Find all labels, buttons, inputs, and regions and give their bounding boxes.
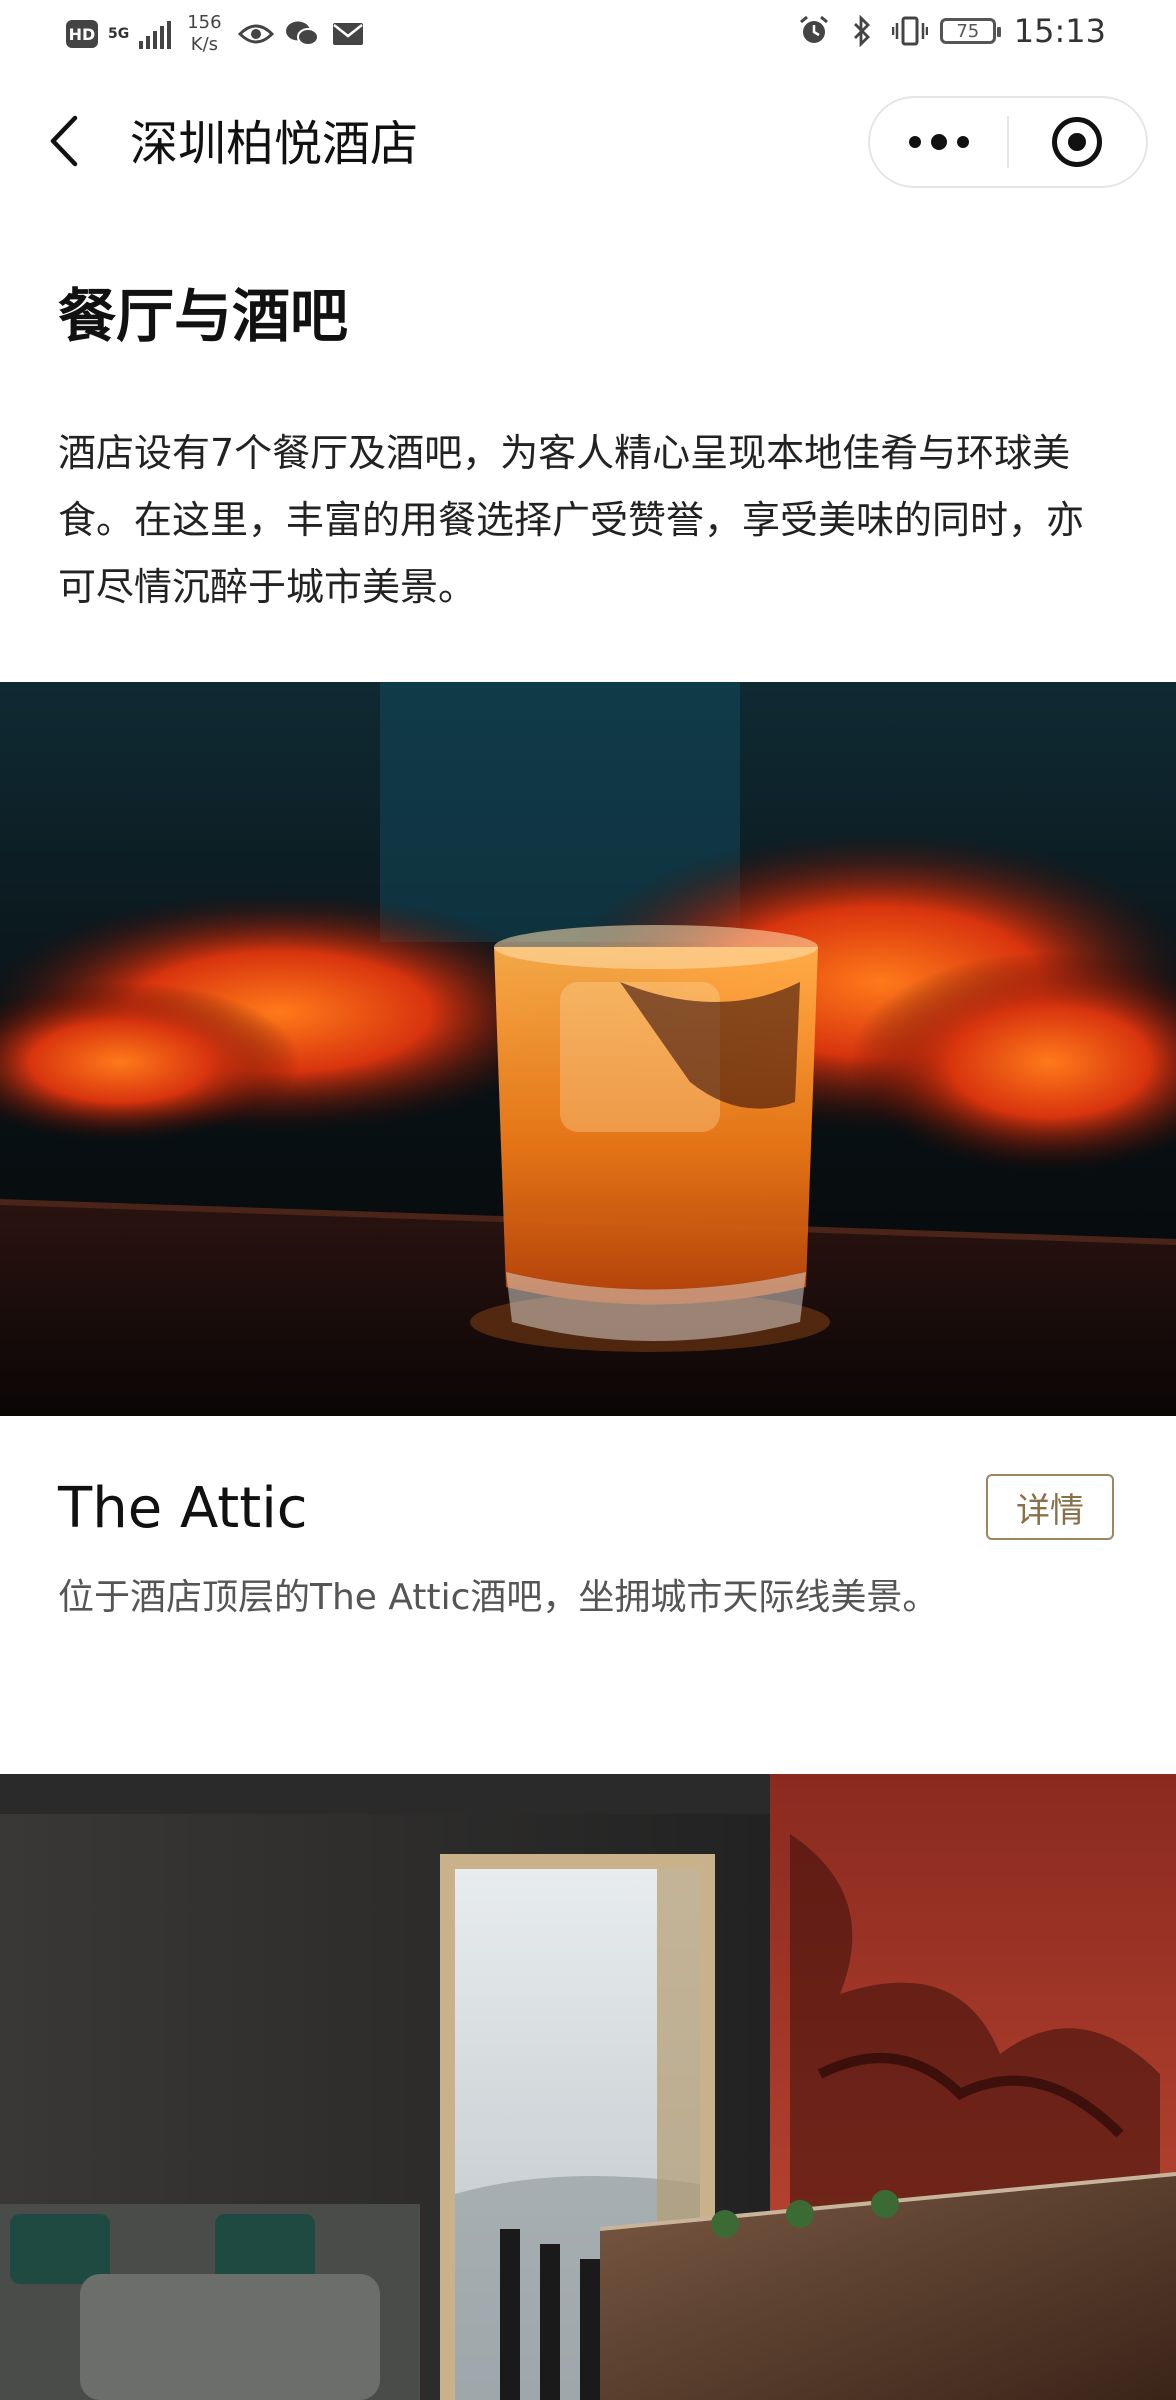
network-speed: 156 K/s: [187, 12, 221, 56]
vibrate-icon: [891, 16, 928, 46]
miniapp-capsule: [868, 96, 1148, 188]
back-button[interactable]: [38, 108, 90, 178]
wechat-icon: [284, 19, 320, 49]
cocktail-glass-photo[interactable]: [0, 682, 1176, 1416]
eye-icon: [237, 19, 274, 49]
detail-button[interactable]: 详情: [986, 1474, 1114, 1540]
speed-value: 156: [187, 12, 222, 33]
signal-icon: [139, 19, 172, 49]
target-circle-icon: [1052, 117, 1103, 167]
hd-badge: HD: [66, 20, 98, 48]
bluetooth-icon: [844, 15, 880, 47]
mail-icon: [330, 19, 366, 49]
alarm-icon: [796, 15, 832, 46]
venue-description: 位于酒店顶层的The Attic酒吧，坐拥城市天际线美景。: [58, 1577, 939, 1618]
page-title: 深圳柏悦酒店: [130, 116, 419, 172]
speed-unit: K/s: [190, 34, 219, 55]
more-button[interactable]: [870, 98, 1007, 186]
status-left: HD 5G 156 K/s: [66, 12, 366, 56]
section-intro: 酒店设有7个餐厅及酒吧，为客人精心呈现本地佳肴与环球美食。在这里，丰富的用餐选择…: [58, 431, 1085, 609]
close-miniapp-button[interactable]: [1009, 98, 1146, 186]
status-right: 75 15:13: [796, 12, 1106, 50]
chevron-left-icon: [49, 115, 79, 171]
network-type: 5G: [108, 26, 130, 42]
section-title: 餐厅与酒吧: [58, 282, 349, 350]
status-bar: HD 5G 156 K/s 75 15:13: [0, 0, 1176, 72]
battery-indicator: 75: [939, 18, 1001, 44]
venue-name: The Attic: [58, 1476, 308, 1541]
restaurant-interior-photo[interactable]: [0, 1774, 1176, 2400]
more-dots-icon: [908, 134, 969, 150]
clock: 15:13: [1013, 12, 1106, 50]
navigation-bar: 深圳柏悦酒店: [0, 72, 1176, 214]
